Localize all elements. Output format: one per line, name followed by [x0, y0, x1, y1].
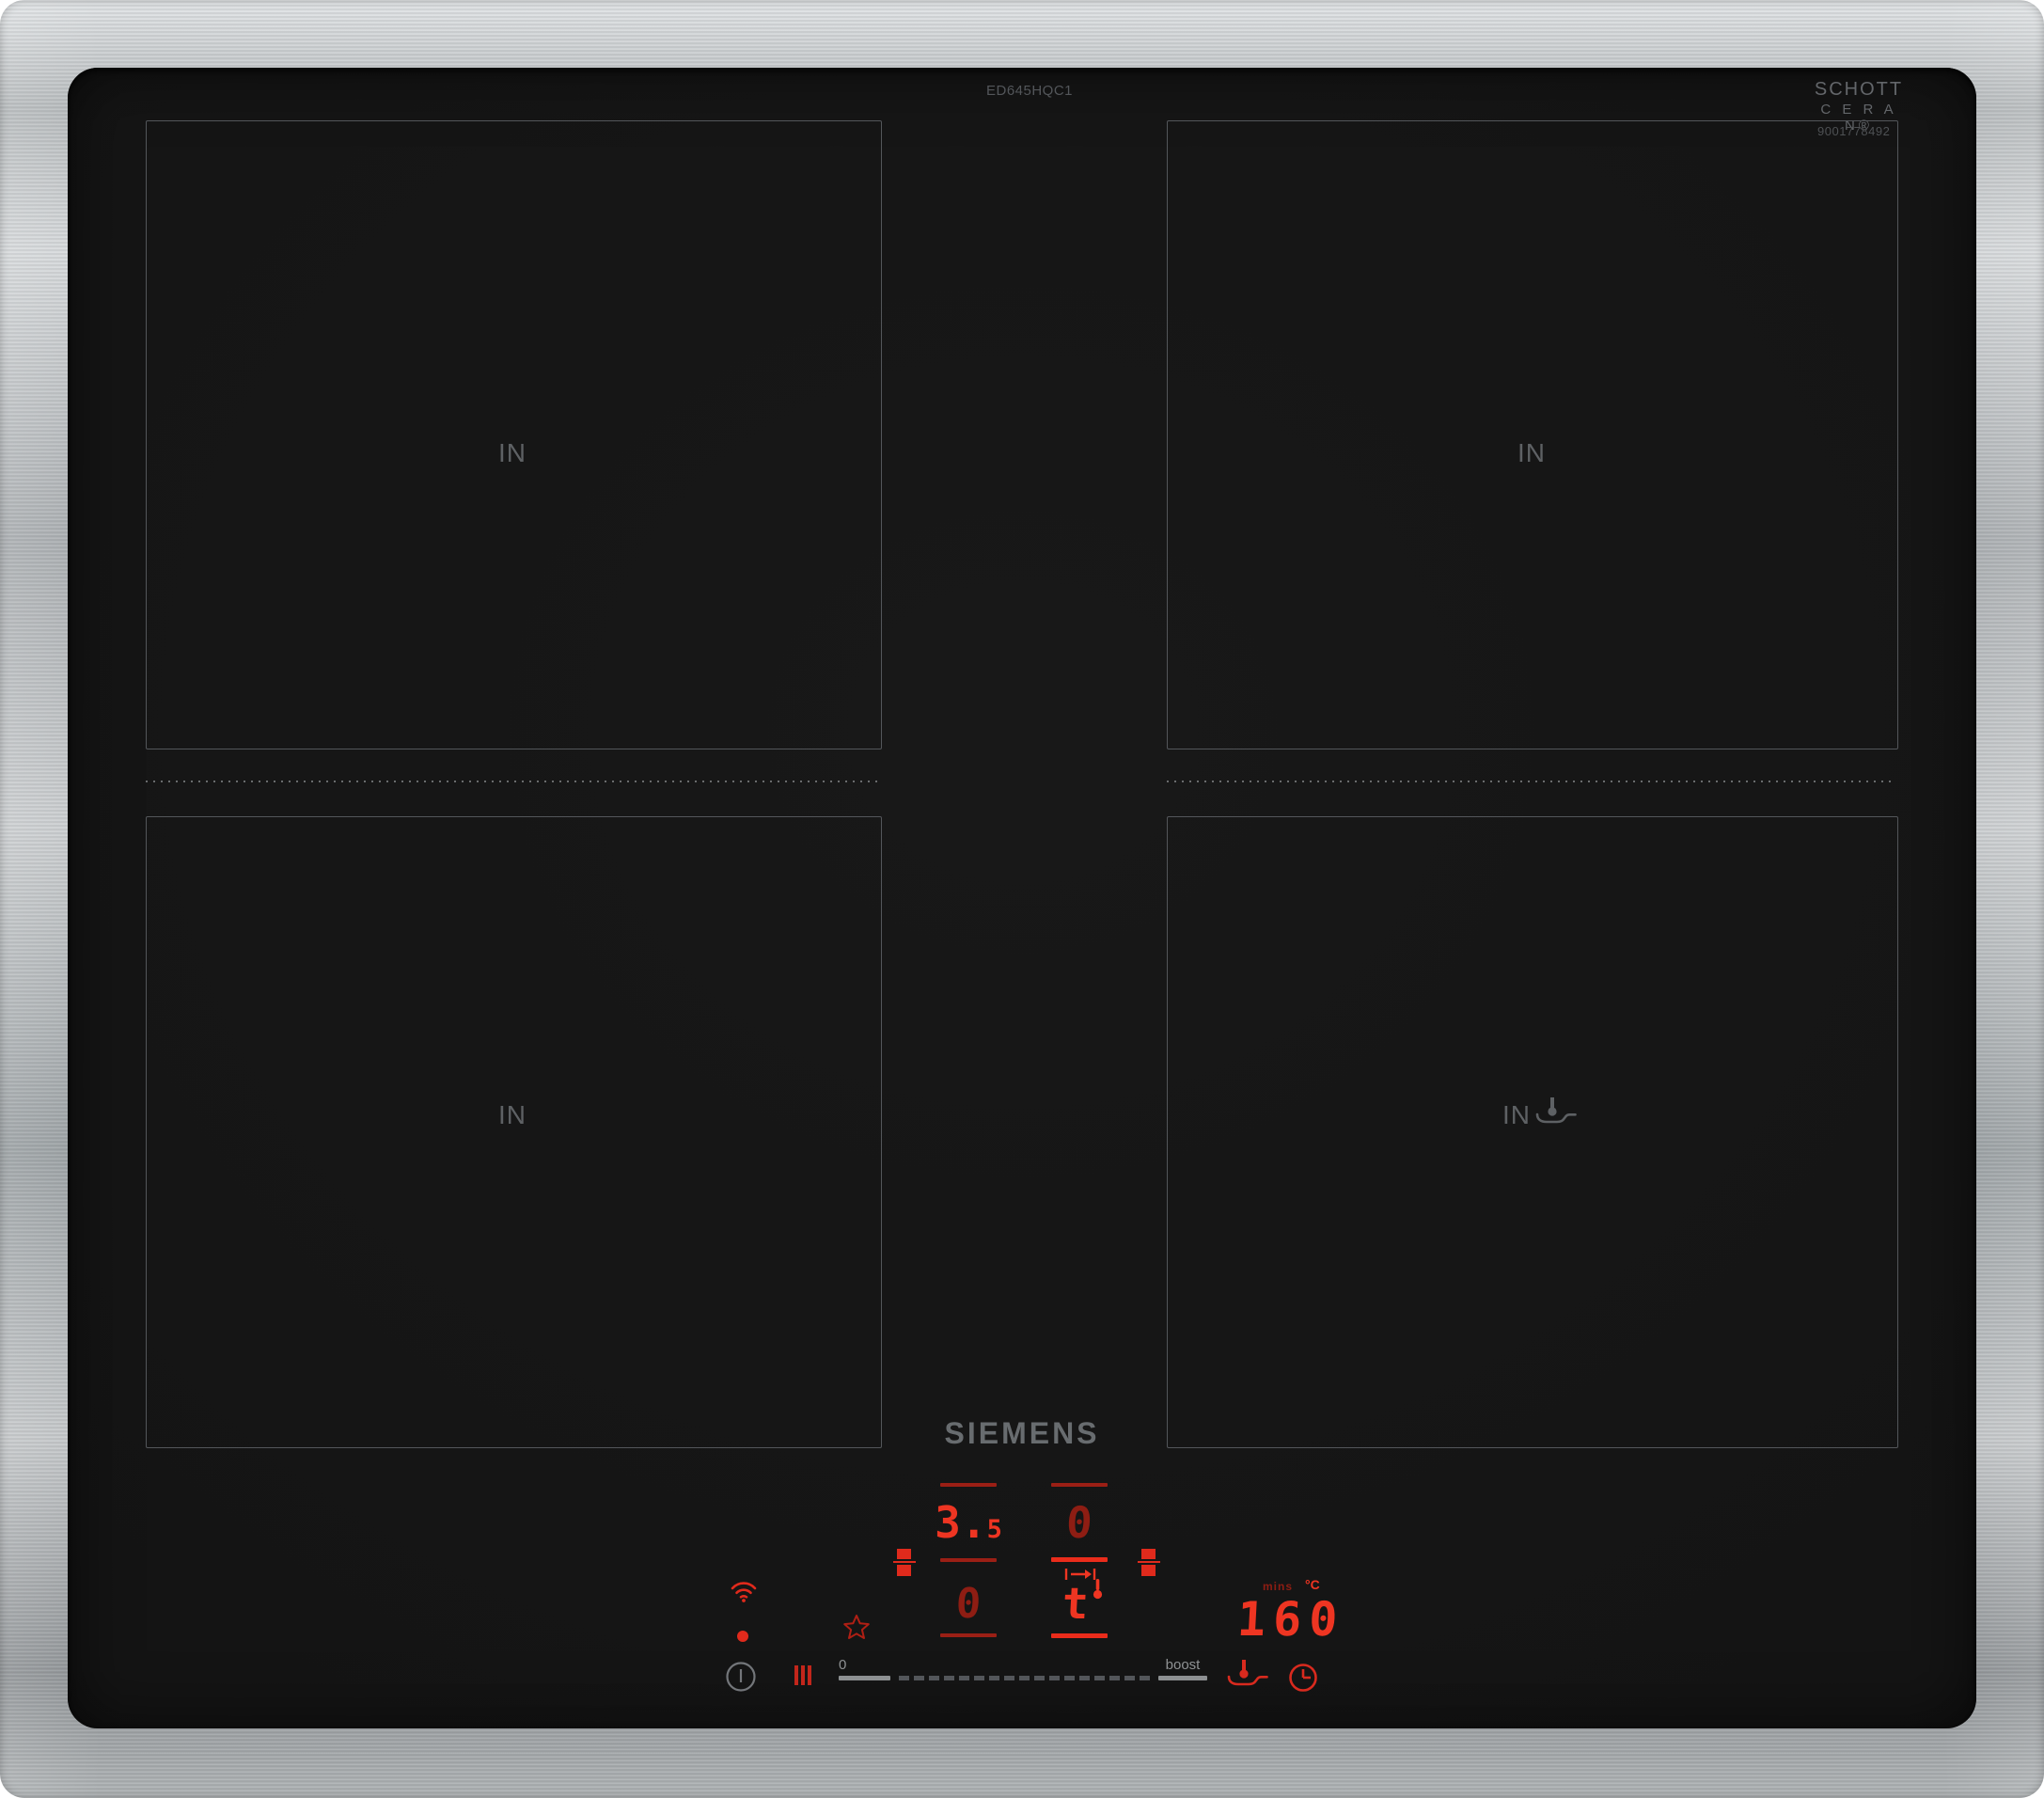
- status-dot: [737, 1631, 748, 1642]
- slider-boost-label: boost: [1165, 1657, 1201, 1673]
- induction-marking-bottom-left: IN: [498, 1100, 527, 1129]
- zone-select-left-icon: [897, 1549, 911, 1559]
- left-display-top-bar: [940, 1483, 997, 1487]
- power-level-int: 3.: [935, 1497, 987, 1548]
- left-display-mid-bar: [940, 1558, 997, 1562]
- right-display-front-value: t: [1061, 1578, 1091, 1629]
- cooking-zone-top-left: [146, 120, 882, 749]
- induction-marking-top-left: IN: [498, 438, 527, 467]
- pause-icon: [794, 1665, 798, 1685]
- timer-temp-value: 160: [1235, 1592, 1346, 1647]
- favorite-button[interactable]: [842, 1614, 871, 1641]
- left-display-power-level: 3.5: [935, 1497, 1002, 1548]
- power-level-frac: 5: [986, 1515, 1002, 1544]
- induction-marking-bottom-right: IN: [1502, 1100, 1531, 1129]
- model-number: ED645HQC1: [985, 83, 1074, 99]
- slider-boost-segment[interactable]: [1158, 1676, 1207, 1680]
- thermometer-icon: [1093, 1579, 1103, 1600]
- fry-sensor-red-icon: [1242, 1660, 1246, 1670]
- fry-sensor-icon: [1535, 1097, 1577, 1124]
- induction-hob: ED645HQC1 SCHOTT C E R A N® 9001778492 S…: [0, 0, 2044, 1798]
- fry-sensor-button[interactable]: [1226, 1659, 1269, 1689]
- right-display-mid-bar: [1051, 1557, 1108, 1562]
- timer-minutes-unit: mins: [1263, 1580, 1294, 1593]
- siemens-logo: SIEMENS: [944, 1416, 1100, 1450]
- timer-button[interactable]: [1287, 1662, 1319, 1694]
- wifi-icon: [731, 1582, 757, 1602]
- left-display-rear-value: 0: [954, 1580, 983, 1628]
- slider-dashed-track[interactable]: [899, 1676, 1151, 1680]
- zone-select-right[interactable]: [1138, 1549, 1160, 1576]
- pause-button[interactable]: [794, 1665, 812, 1685]
- cooking-zone-bottom-left: [146, 816, 882, 1448]
- right-display-rear-value: 0: [1064, 1497, 1094, 1548]
- right-display-top-bar: [1051, 1483, 1108, 1487]
- right-display-bottom-bar: [1051, 1633, 1108, 1638]
- schott-ceran-line1: SCHOTT: [1814, 79, 1904, 100]
- induction-marking-top-right: IN: [1517, 438, 1546, 467]
- combizone-separator-right: [1167, 781, 1896, 782]
- zone-select-right-icon: [1141, 1549, 1156, 1559]
- cooking-zone-top-right: [1167, 120, 1898, 749]
- slider-start-segment[interactable]: [839, 1676, 890, 1680]
- slider-zero-label: 0: [839, 1657, 847, 1673]
- cooking-zone-bottom-right: [1167, 816, 1898, 1448]
- power-button[interactable]: [725, 1661, 757, 1693]
- left-display-bottom-bar: [940, 1633, 997, 1637]
- timer-temperature-unit: °C: [1305, 1577, 1320, 1592]
- star-icon: [843, 1615, 870, 1639]
- zone-select-left[interactable]: [893, 1549, 916, 1576]
- combizone-separator-left: [146, 781, 880, 782]
